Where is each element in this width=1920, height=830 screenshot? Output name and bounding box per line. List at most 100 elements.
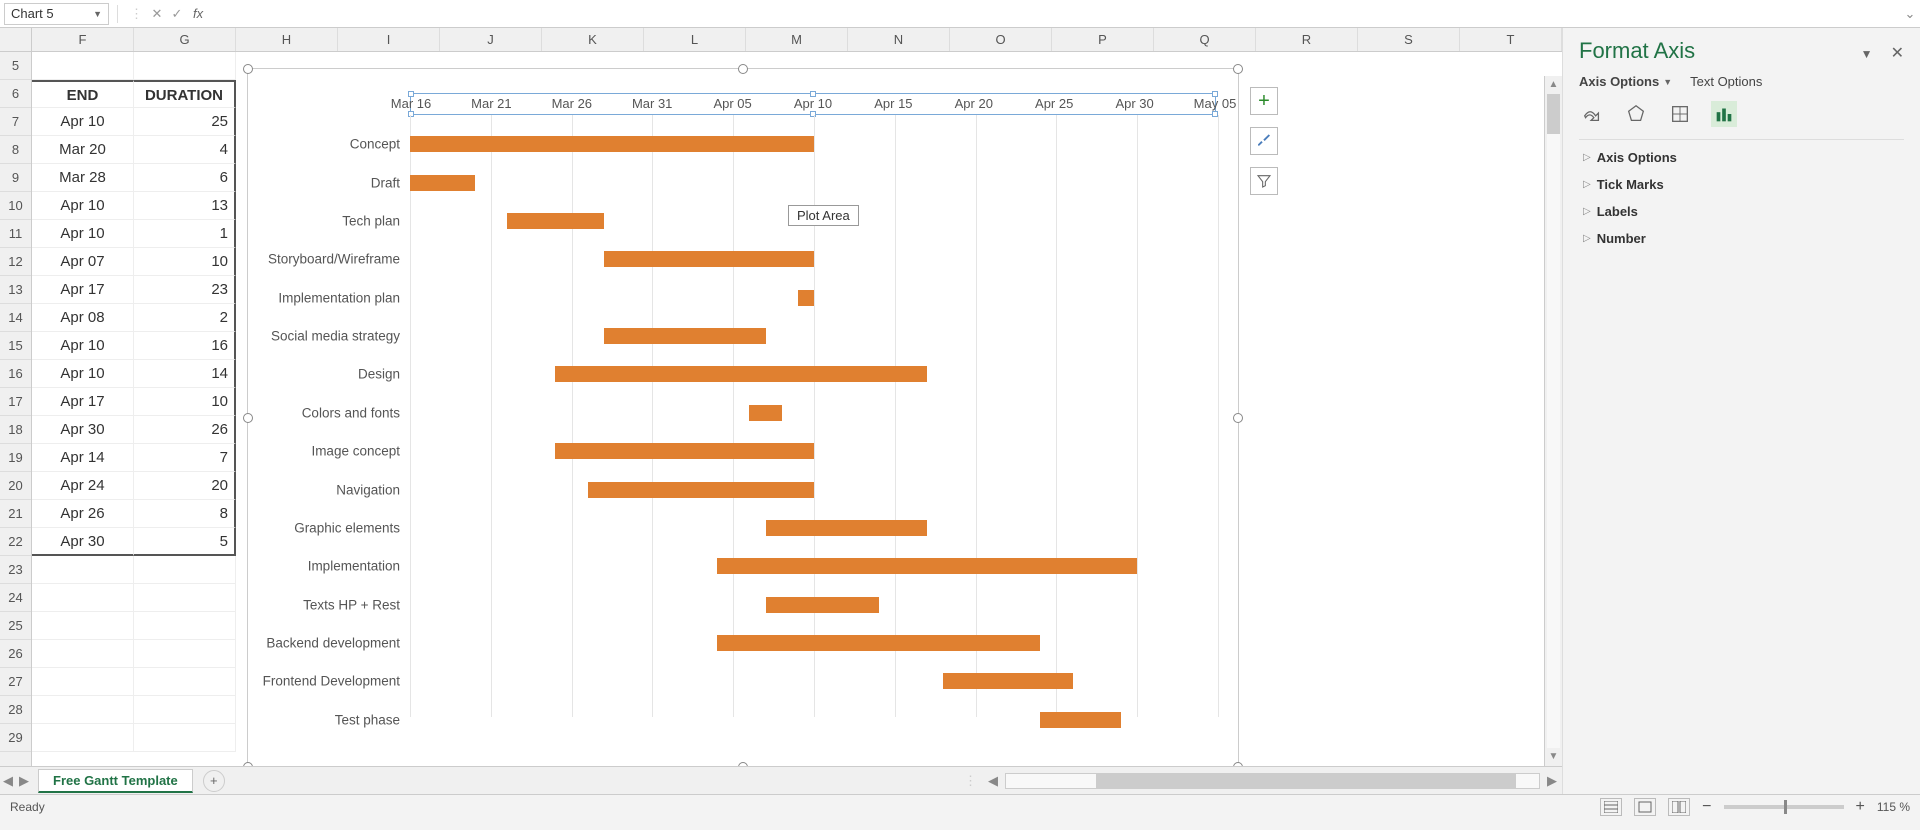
scroll-up-icon[interactable]: ▲ bbox=[1545, 76, 1562, 94]
selection-handle[interactable] bbox=[1233, 413, 1243, 423]
zoom-slider[interactable] bbox=[1724, 805, 1844, 809]
view-page-break-icon[interactable] bbox=[1668, 798, 1690, 816]
cell-duration[interactable]: 2 bbox=[134, 304, 236, 332]
tab-axis-options[interactable]: Axis Options ▼ bbox=[1579, 74, 1672, 89]
row-header[interactable]: 6 bbox=[0, 80, 31, 108]
cell-duration[interactable]: 10 bbox=[134, 248, 236, 276]
cell-end[interactable]: Apr 10 bbox=[32, 220, 134, 248]
formula-input[interactable] bbox=[209, 3, 1900, 25]
row-header[interactable]: 14 bbox=[0, 304, 31, 332]
scroll-thumb[interactable] bbox=[1547, 94, 1560, 134]
x-axis[interactable]: Mar 16Mar 21Mar 26Mar 31Apr 05Apr 10Apr … bbox=[410, 93, 1216, 115]
cell-end[interactable]: Apr 08 bbox=[32, 304, 134, 332]
column-header[interactable]: I bbox=[338, 28, 440, 51]
scroll-left-icon[interactable]: ◀ bbox=[983, 773, 1003, 789]
panel-section[interactable]: ▷Number bbox=[1579, 225, 1904, 252]
column-header[interactable]: G bbox=[134, 28, 236, 51]
cell-end[interactable]: Apr 10 bbox=[32, 108, 134, 136]
row-header[interactable]: 8 bbox=[0, 136, 31, 164]
row-header[interactable]: 23 bbox=[0, 556, 31, 584]
row-header[interactable]: 24 bbox=[0, 584, 31, 612]
row-header[interactable]: 19 bbox=[0, 444, 31, 472]
cell-duration[interactable]: 4 bbox=[134, 136, 236, 164]
empty-cell[interactable] bbox=[134, 584, 236, 612]
cell-end[interactable]: Apr 14 bbox=[32, 444, 134, 472]
row-header[interactable]: 12 bbox=[0, 248, 31, 276]
column-header[interactable]: M bbox=[746, 28, 848, 51]
fill-line-icon[interactable] bbox=[1579, 101, 1605, 127]
cell-end[interactable]: Apr 07 bbox=[32, 248, 134, 276]
tab-nav-prev[interactable]: ◀ bbox=[0, 773, 16, 789]
empty-cell[interactable] bbox=[134, 556, 236, 584]
axis-handle[interactable] bbox=[408, 111, 414, 117]
column-header[interactable]: J bbox=[440, 28, 542, 51]
cell-duration[interactable]: 6 bbox=[134, 164, 236, 192]
zoom-out-button[interactable]: − bbox=[1702, 798, 1711, 816]
row-header[interactable]: 20 bbox=[0, 472, 31, 500]
row-header[interactable]: 5 bbox=[0, 52, 31, 80]
panel-section[interactable]: ▷Tick Marks bbox=[1579, 171, 1904, 198]
gantt-bar[interactable] bbox=[749, 405, 781, 421]
chevron-down-icon[interactable]: ▼ bbox=[93, 9, 102, 19]
row-header[interactable]: 25 bbox=[0, 612, 31, 640]
empty-cell[interactable] bbox=[134, 724, 236, 752]
gantt-bar[interactable] bbox=[798, 290, 814, 306]
gantt-bar[interactable] bbox=[717, 635, 1040, 651]
cell-duration[interactable]: 10 bbox=[134, 388, 236, 416]
empty-cell[interactable] bbox=[134, 52, 236, 80]
add-sheet-button[interactable]: + bbox=[203, 770, 225, 792]
gantt-bar[interactable] bbox=[555, 443, 814, 459]
scroll-right-icon[interactable]: ▶ bbox=[1542, 773, 1562, 789]
empty-cell[interactable] bbox=[32, 584, 134, 612]
tab-nav-next[interactable]: ▶ bbox=[16, 773, 32, 789]
cell-end[interactable]: Apr 10 bbox=[32, 192, 134, 220]
scroll-down-icon[interactable]: ▼ bbox=[1545, 748, 1562, 766]
cell-duration[interactable]: 16 bbox=[134, 332, 236, 360]
cell-duration[interactable]: 23 bbox=[134, 276, 236, 304]
gantt-bar[interactable] bbox=[588, 482, 814, 498]
panel-dropdown-icon[interactable]: ▼ bbox=[1861, 47, 1873, 61]
column-header[interactable]: O bbox=[950, 28, 1052, 51]
row-header[interactable]: 17 bbox=[0, 388, 31, 416]
empty-cell[interactable] bbox=[134, 696, 236, 724]
empty-cell[interactable] bbox=[134, 640, 236, 668]
horizontal-scrollbar[interactable]: ⋮ ◀ ▶ bbox=[958, 766, 1562, 794]
row-header[interactable]: 11 bbox=[0, 220, 31, 248]
cell-duration[interactable]: 7 bbox=[134, 444, 236, 472]
cell-duration[interactable]: 26 bbox=[134, 416, 236, 444]
cell-duration[interactable]: 13 bbox=[134, 192, 236, 220]
expand-formula-icon[interactable]: ⌄ bbox=[1900, 6, 1920, 22]
selection-handle[interactable] bbox=[1233, 64, 1243, 74]
cancel-button[interactable]: ✕ bbox=[147, 6, 167, 22]
row-header[interactable]: 26 bbox=[0, 640, 31, 668]
row-header[interactable]: 22 bbox=[0, 528, 31, 556]
column-header[interactable]: L bbox=[644, 28, 746, 51]
cell-end[interactable]: Mar 20 bbox=[32, 136, 134, 164]
cell-end[interactable]: Apr 30 bbox=[32, 416, 134, 444]
effects-icon[interactable] bbox=[1623, 101, 1649, 127]
chart-plus-button[interactable]: + bbox=[1250, 87, 1278, 115]
scroll-thumb[interactable] bbox=[1096, 774, 1516, 788]
row-header[interactable]: 28 bbox=[0, 696, 31, 724]
gantt-bar[interactable] bbox=[555, 366, 927, 382]
gantt-bar[interactable] bbox=[410, 136, 814, 152]
sheet-tab-active[interactable]: Free Gantt Template bbox=[38, 769, 193, 793]
size-properties-icon[interactable] bbox=[1667, 101, 1693, 127]
row-header[interactable]: 7 bbox=[0, 108, 31, 136]
column-header[interactable]: H bbox=[236, 28, 338, 51]
selection-handle[interactable] bbox=[738, 64, 748, 74]
row-header[interactable]: 16 bbox=[0, 360, 31, 388]
panel-close-button[interactable]: ✕ bbox=[1891, 45, 1904, 62]
fx-button[interactable]: fx bbox=[187, 6, 209, 21]
gantt-bar[interactable] bbox=[507, 213, 604, 229]
empty-cell[interactable] bbox=[32, 724, 134, 752]
cell-end[interactable]: Apr 24 bbox=[32, 472, 134, 500]
cell-duration[interactable]: 25 bbox=[134, 108, 236, 136]
cells-grid[interactable]: ENDDURATIONApr 1025Mar 204Mar 286Apr 101… bbox=[32, 52, 1562, 794]
empty-cell[interactable] bbox=[134, 668, 236, 696]
empty-cell[interactable] bbox=[134, 612, 236, 640]
cell-duration[interactable]: 14 bbox=[134, 360, 236, 388]
cell-duration[interactable]: 8 bbox=[134, 500, 236, 528]
cell-end[interactable]: Apr 30 bbox=[32, 528, 134, 556]
row-header[interactable]: 15 bbox=[0, 332, 31, 360]
